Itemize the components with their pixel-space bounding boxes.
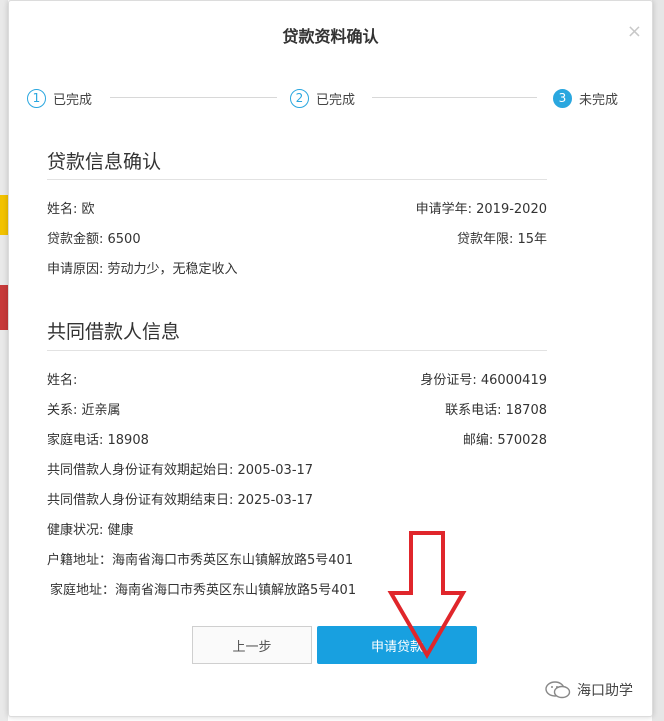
- loan-amount: 贷款金额: 6500: [47, 232, 141, 247]
- co-borrower-household-address: 户籍地址：海南省海口市秀英区东山镇解放路5号401: [47, 553, 354, 568]
- close-icon[interactable]: ×: [627, 23, 642, 41]
- wechat-icon: [545, 681, 571, 699]
- step-connector: [372, 97, 537, 98]
- co-borrower-id-number: 身份证号: 46000419: [420, 373, 547, 388]
- background-banner-red: [0, 285, 8, 330]
- co-borrower-title: 共同借款人信息: [47, 321, 181, 343]
- step-3: 3 未完成: [553, 87, 618, 109]
- step-2-number: 2: [290, 88, 309, 108]
- step-1: 1 已完成: [27, 87, 92, 109]
- background-banner-yellow: [0, 195, 8, 235]
- background-page-right: [652, 0, 664, 721]
- step-2-label: 已完成: [316, 92, 356, 108]
- loan-reason: 申请原因: 劳动力少，无稳定收入: [47, 262, 238, 277]
- co-borrower-relation: 关系: 近亲属: [47, 403, 121, 418]
- dialog-title: 贷款资料确认: [282, 27, 379, 46]
- step-3-label: 未完成: [579, 92, 619, 108]
- progress-steps: 1 已完成 2 已完成 3 未完成: [27, 87, 627, 111]
- co-borrower-id-end: 共同借款人身份证有效期结束日: 2025-03-17: [47, 493, 314, 508]
- watermark-text: 海口助学: [577, 683, 633, 699]
- co-borrower-home-address: 家庭地址：海南省海口市秀英区东山镇解放路5号401: [50, 583, 357, 598]
- step-connector: [110, 97, 277, 98]
- co-borrower-home-phone: 家庭电话: 18908: [47, 433, 149, 448]
- watermark: 海口助学: [545, 680, 633, 700]
- redacted-value: [81, 374, 128, 387]
- co-borrower-postcode: 邮编: 570028: [462, 433, 547, 448]
- co-borrower-id-start: 共同借款人身份证有效期起始日: 2005-03-17: [47, 463, 314, 478]
- loan-confirm-dialog: 贷款资料确认 × 1 已完成 2 已完成 3 未完成 贷款信息确认 姓名: 欧 …: [8, 0, 653, 717]
- loan-school-year: 申请学年: 2019-2020: [415, 202, 547, 217]
- co-borrower-name-label: 姓名:: [47, 373, 78, 388]
- loan-term: 贷款年限: 15年: [456, 232, 547, 247]
- down-arrow-annotation: [387, 531, 467, 659]
- step-1-number: 1: [27, 88, 46, 108]
- background-page-left: [0, 0, 8, 721]
- loan-name: 姓名: 欧: [47, 202, 95, 217]
- co-borrower-phone: 联系电话: 18708: [445, 403, 547, 418]
- step-2: 2 已完成: [290, 87, 355, 109]
- co-borrower-health: 健康状况: 健康: [47, 523, 134, 538]
- section-divider: [47, 350, 547, 351]
- co-borrower-name: 姓名:: [47, 369, 128, 388]
- loan-info-title: 贷款信息确认: [47, 151, 162, 173]
- prev-step-button[interactable]: 上一步: [192, 626, 312, 664]
- step-1-label: 已完成: [53, 92, 93, 108]
- section-divider: [47, 179, 547, 180]
- step-3-number: 3: [553, 88, 572, 108]
